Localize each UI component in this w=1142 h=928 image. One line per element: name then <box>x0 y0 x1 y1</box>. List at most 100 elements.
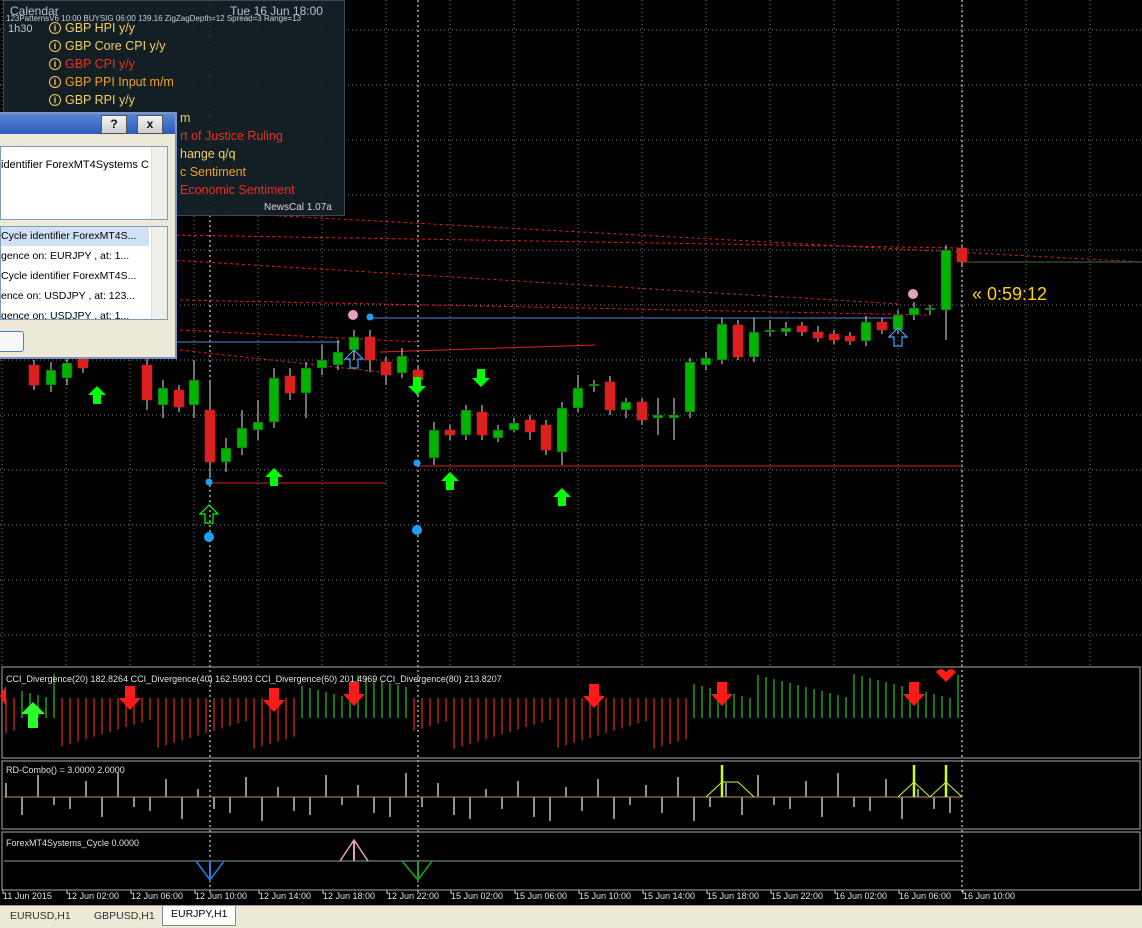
axis-label: 16 Jun 10:00 <box>963 891 1015 901</box>
info-icon: i <box>49 94 61 106</box>
bull-candle <box>157 387 169 406</box>
bull-candle <box>668 414 680 419</box>
alert-row[interactable]: gence on: USDJPY , at: 1... <box>1 307 149 319</box>
bear-candle <box>380 361 392 376</box>
buy-arrow-icon <box>88 386 106 404</box>
info-icon: i <box>49 22 61 34</box>
alert-list[interactable]: Cycle identifier ForexMT4S... gence on: E… <box>0 226 168 320</box>
bull-candle <box>588 383 600 387</box>
zigzag-dot <box>908 289 918 299</box>
axis-label: 15 Jun 14:00 <box>643 891 695 901</box>
bear-candle <box>204 409 216 463</box>
axis-label: 15 Jun 10:00 <box>579 891 631 901</box>
cci-sell-arrow-icon <box>119 686 141 710</box>
bull-candle <box>268 377 280 423</box>
cci-buy-arrow-icon <box>21 702 45 728</box>
calendar-event-text: GBP Core CPI y/y <box>65 39 166 53</box>
cci-sell-arrow-icon <box>0 686 6 706</box>
zigzag-dot <box>412 525 422 535</box>
bear-candle <box>364 336 376 361</box>
rd-signal-line <box>897 781 963 798</box>
alert-row[interactable]: ence on: USDJPY , at: 123... <box>1 287 149 306</box>
bull-candle <box>236 427 248 449</box>
time-axis: 11 Jun 2015 12 Jun 02:00 12 Jun 06:00 12 Ju… <box>2 890 1015 901</box>
bull-candle <box>45 369 57 386</box>
bear-candle <box>540 424 552 451</box>
alert-message: identifier ForexMT4Systems C <box>1 159 149 171</box>
bull-candle <box>556 407 568 453</box>
axis-label: 12 Jun 14:00 <box>259 891 311 901</box>
indicator-panels <box>0 669 963 882</box>
calendar-event: i GBP CPI y/y <box>49 57 135 71</box>
axis-label: 12 Jun 18:00 <box>323 891 375 901</box>
zigzag-dot <box>366 313 374 321</box>
axis-label: 16 Jun 02:00 <box>835 891 887 901</box>
calendar-event-text: GBP HPI y/y <box>65 21 135 35</box>
bull-candle <box>652 414 664 419</box>
bull-candle <box>860 321 872 342</box>
alert-row[interactable]: Cycle identifier ForexMT4S... <box>1 227 149 246</box>
alert-row[interactable]: Cycle identifier ForexMT4S... <box>1 267 149 286</box>
rd-signal-line <box>705 781 755 798</box>
list-scrollbar[interactable] <box>151 227 167 319</box>
bull-candle <box>428 429 440 459</box>
cci-sell-arrow-icon <box>583 684 605 708</box>
trend-line <box>179 299 931 316</box>
info-icon: i <box>49 40 61 52</box>
bull-candle <box>220 447 232 463</box>
close-alert-button[interactable] <box>0 331 24 352</box>
axis-label: 12 Jun 22:00 <box>387 891 439 901</box>
bull-candle <box>492 429 504 439</box>
bull-candle <box>780 327 792 333</box>
chart-window[interactable]: « 0:59:12 CCI_Divergence(20) 182.8264 CC… <box>0 0 1142 928</box>
calendar-event-text: hange q/q <box>180 147 236 161</box>
close-button[interactable]: x <box>137 115 163 134</box>
bear-candle <box>173 389 185 408</box>
buy-arrow-icon <box>441 472 459 490</box>
axis-label: 15 Jun 06:00 <box>515 891 567 901</box>
alert-row[interactable]: gence on: EURJPY , at: 1... <box>1 247 149 266</box>
bull-candle <box>252 421 264 431</box>
cci-sell-arrow-icon <box>711 682 733 706</box>
bear-candle <box>141 364 153 401</box>
chart-tab[interactable]: GBPUSD,H1 <box>86 908 163 925</box>
bear-candle <box>636 401 648 421</box>
axis-label: 16 Jun 06:00 <box>899 891 951 901</box>
calendar-event: i GBP Core CPI y/y <box>49 39 166 53</box>
calendar-event: hange q/q <box>180 147 236 161</box>
chart-tabs: EURUSD,H1 GBPUSD,H1 EURJPY,H1 <box>0 905 1142 928</box>
calendar-event-text: GBP RPI y/y <box>65 93 135 107</box>
bear-candle <box>812 331 824 339</box>
cci-sell-arrow-icon <box>343 682 365 706</box>
bull-candle <box>748 331 760 358</box>
bull-candle <box>348 336 360 351</box>
calendar-version: NewsCal 1.07a <box>264 202 332 213</box>
buy-signal-outline-icon <box>198 504 220 524</box>
calendar-event-text: GBP PPI Input m/m <box>65 75 174 89</box>
trend-line <box>379 344 596 353</box>
alert-window[interactable]: ? x identifier ForexMT4Systems C Cycle i… <box>0 112 177 359</box>
bull-candle <box>572 387 584 409</box>
bull-candle <box>764 329 776 333</box>
bull-candle <box>332 351 344 366</box>
bear-candle <box>828 333 840 341</box>
bull-candle <box>316 359 328 369</box>
bear-candle <box>77 357 89 369</box>
axis-label: 15 Jun 02:00 <box>451 891 503 901</box>
bear-candle <box>524 419 536 433</box>
trend-line <box>169 209 1142 263</box>
bull-candle <box>460 409 472 436</box>
chart-tab[interactable]: EURUSD,H1 <box>2 908 79 925</box>
chart-tab[interactable]: EURJPY,H1 <box>162 906 237 926</box>
help-button[interactable]: ? <box>101 115 127 134</box>
calendar-event: i GBP PPI Input m/m <box>49 75 174 89</box>
calendar-event: i GBP RPI y/y <box>49 93 135 107</box>
sell-arrow-icon <box>408 377 426 395</box>
alert-message-box: identifier ForexMT4Systems C <box>0 146 168 220</box>
scrollbar[interactable] <box>151 147 167 219</box>
trend-line <box>169 259 901 305</box>
bull-candle <box>620 401 632 411</box>
axis-label: 15 Jun 22:00 <box>771 891 823 901</box>
bear-candle <box>956 247 968 263</box>
calendar-event: c Sentiment <box>180 165 246 179</box>
